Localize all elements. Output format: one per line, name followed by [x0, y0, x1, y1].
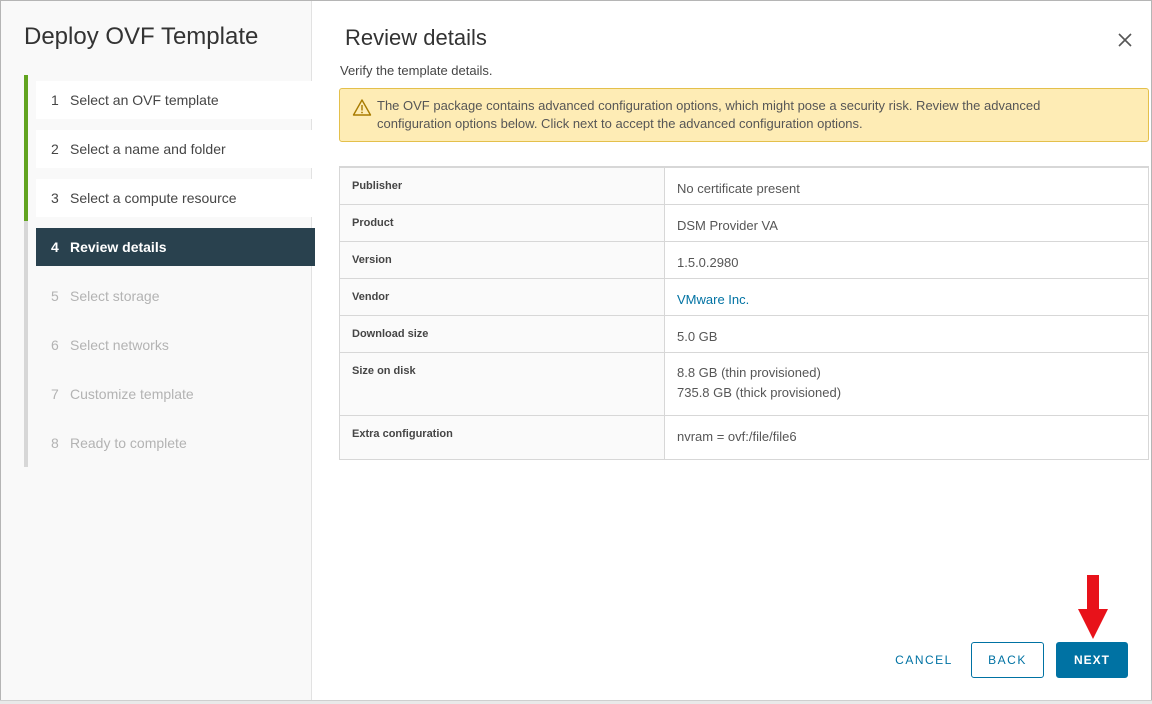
row-key: Extra configuration — [340, 416, 665, 459]
back-button[interactable]: BACK — [971, 642, 1044, 678]
next-button[interactable]: NEXT — [1056, 642, 1128, 678]
row-key: Size on disk — [340, 353, 665, 415]
row-key: Vendor — [340, 279, 665, 315]
row-key: Product — [340, 205, 665, 241]
step-label: Review details — [70, 239, 167, 255]
wizard-step-2[interactable]: 2 Select a name and folder — [36, 130, 315, 168]
step-number: 4 — [51, 239, 59, 255]
table-row: Size on disk 8.8 GB (thin provisioned) 7… — [340, 353, 1148, 416]
table-row: Product DSM Provider VA — [340, 205, 1148, 242]
wizard-step-5: 5 Select storage — [36, 277, 315, 315]
wizard-step-1[interactable]: 1 Select an OVF template — [36, 81, 315, 119]
row-value: VMware Inc. — [665, 279, 1148, 315]
table-row: Extra configuration nvram = ovf:/file/fi… — [340, 416, 1148, 459]
step-number: 8 — [51, 435, 59, 451]
annotation-arrow-icon — [1078, 575, 1108, 639]
step-label: Select an OVF template — [70, 92, 219, 108]
warning-text: The OVF package contains advanced config… — [377, 98, 1041, 131]
close-icon[interactable] — [1115, 30, 1135, 50]
row-value: 5.0 GB — [677, 329, 718, 344]
cancel-button[interactable]: CANCEL — [889, 642, 959, 678]
step-number: 1 — [51, 92, 59, 108]
wizard-step-7: 7 Customize template — [36, 375, 315, 413]
step-label: Customize template — [70, 386, 194, 402]
step-number: 7 — [51, 386, 59, 402]
wizard-title: Deploy OVF Template — [24, 23, 259, 50]
details-table: Publisher No certificate present Product… — [339, 166, 1149, 460]
warning-alert: The OVF package contains advanced config… — [339, 88, 1149, 142]
disk-thin-value: 8.8 GB (thin provisioned) — [677, 365, 821, 380]
row-value: No certificate present — [677, 181, 800, 196]
step-number: 2 — [51, 141, 59, 157]
step-label: Select storage — [70, 288, 160, 304]
row-key: Version — [340, 242, 665, 278]
page-subtitle: Verify the template details. — [340, 63, 493, 78]
warning-icon — [352, 98, 372, 118]
deploy-ovf-dialog: Deploy OVF Template 1 Select an OVF temp… — [0, 0, 1152, 703]
page-title: Review details — [345, 25, 487, 50]
row-value: 8.8 GB (thin provisioned) 735.8 GB (thic… — [665, 353, 1148, 415]
wizard-step-8: 8 Ready to complete — [36, 424, 315, 462]
step-label: Select a name and folder — [70, 141, 226, 157]
background-strip — [0, 700, 1152, 704]
step-label: Ready to complete — [70, 435, 187, 451]
table-row: Publisher No certificate present — [340, 168, 1148, 205]
row-key: Download size — [340, 316, 665, 352]
step-label: Select networks — [70, 337, 169, 353]
step-label: Select a compute resource — [70, 190, 237, 206]
row-value: 1.5.0.2980 — [677, 255, 739, 270]
disk-thick-value: 735.8 GB (thick provisioned) — [677, 385, 842, 400]
row-value: DSM Provider VA — [677, 218, 778, 233]
table-row: Download size 5.0 GB — [340, 316, 1148, 353]
row-key: Publisher — [340, 168, 665, 204]
wizard-steps: 1 Select an OVF template 2 Select a name… — [24, 75, 315, 467]
step-number: 6 — [51, 337, 59, 353]
step-number: 5 — [51, 288, 59, 304]
wizard-step-3[interactable]: 3 Select a compute resource — [36, 179, 315, 217]
vendor-link[interactable]: VMware Inc. — [677, 292, 749, 307]
completed-steps-indicator — [24, 75, 28, 221]
wizard-step-4[interactable]: 4 Review details — [36, 228, 315, 266]
row-value: nvram = ovf:/file/file6 — [677, 429, 797, 444]
table-row: Version 1.5.0.2980 — [340, 242, 1148, 279]
wizard-step-6: 6 Select networks — [36, 326, 315, 364]
wizard-sidebar: Deploy OVF Template 1 Select an OVF temp… — [1, 1, 315, 703]
table-row: Vendor VMware Inc. — [340, 279, 1148, 316]
step-number: 3 — [51, 190, 59, 206]
